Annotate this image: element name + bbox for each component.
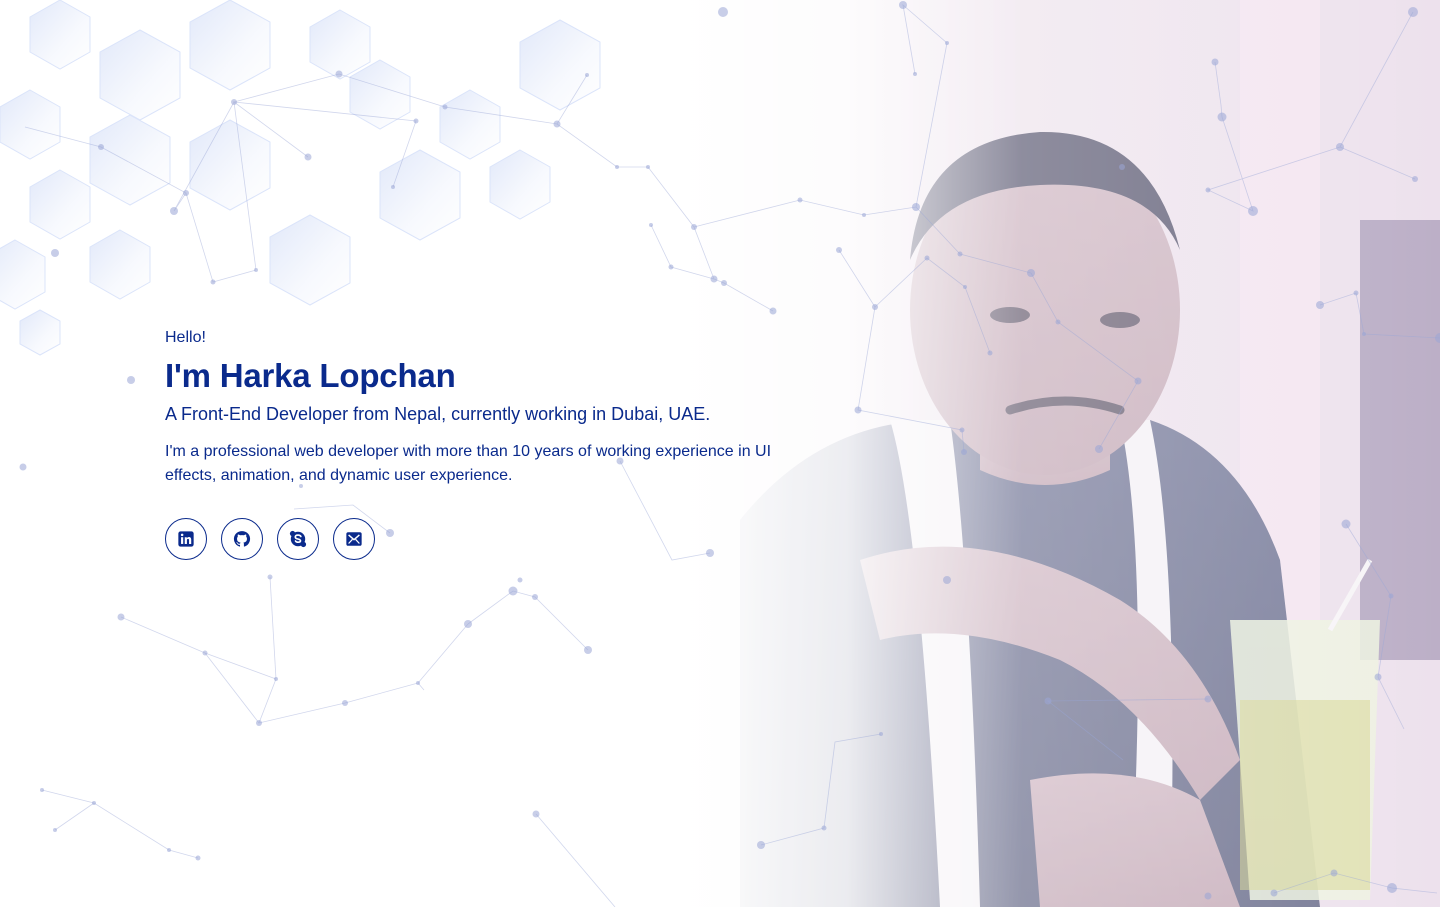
hero-section: Hello! I'm Harka Lopchan A Front-End Dev… [0,0,1440,907]
email-icon [346,532,362,546]
skype-icon [289,530,307,548]
greeting-text: Hello! [165,329,206,346]
bio-text: I'm a professional web developer with mo… [165,443,772,484]
email-button[interactable] [333,518,375,560]
linkedin-icon [178,531,194,547]
skype-button[interactable] [277,518,319,560]
page-title: I'm Harka Lopchan [165,357,456,394]
tagline-text: A Front-End Developer from Nepal, curren… [165,404,711,424]
github-button[interactable] [221,518,263,560]
hero-content: Hello! I'm Harka Lopchan A Front-End Dev… [165,328,805,560]
social-links [165,518,805,560]
github-icon [233,531,251,547]
linkedin-button[interactable] [165,518,207,560]
